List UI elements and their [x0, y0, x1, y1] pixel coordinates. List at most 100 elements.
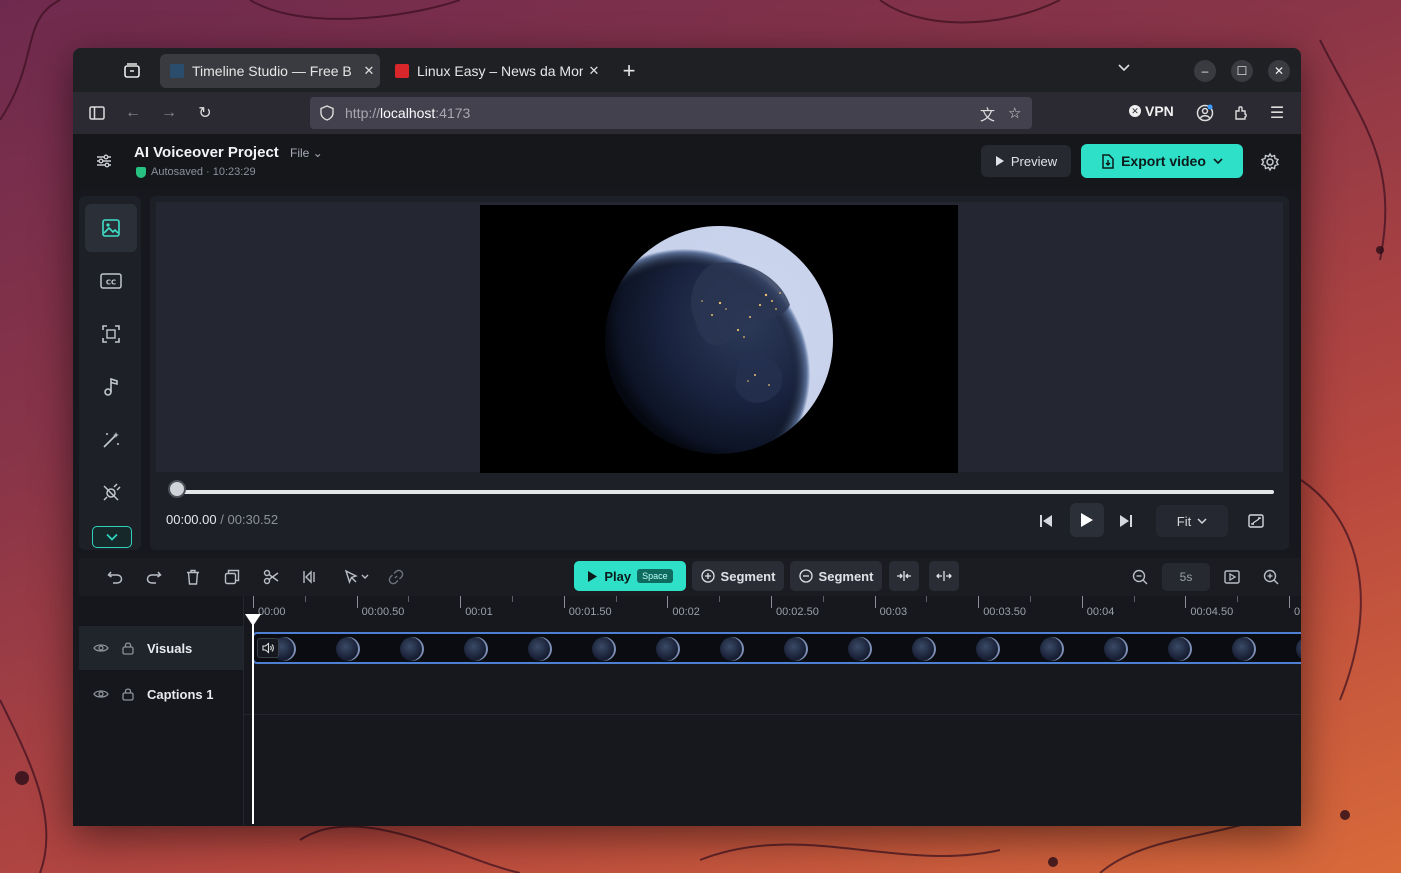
tab-linux-easy[interactable]: Linux Easy – News da Mor ✕ — [385, 54, 605, 88]
fit-timeline-icon[interactable] — [1222, 567, 1242, 587]
file-menu[interactable]: File ⌄ — [290, 146, 323, 160]
playhead-handle[interactable] — [245, 614, 261, 626]
visual-clip[interactable] — [252, 632, 1301, 664]
export-video-button[interactable]: Export video — [1081, 144, 1243, 178]
ruler-label: 00:04 — [1086, 606, 1115, 618]
new-tab-icon[interactable]: + — [618, 58, 640, 84]
export-file-icon — [1101, 153, 1114, 169]
sidebar-more-button[interactable] — [92, 526, 132, 548]
ruler-label: 0 — [1294, 606, 1301, 618]
gear-icon[interactable] — [1260, 152, 1280, 172]
split-collapse-button[interactable] — [889, 561, 919, 591]
clip-thumbnail — [1232, 637, 1256, 661]
link-icon[interactable] — [386, 567, 406, 587]
video-frame[interactable] — [480, 205, 958, 473]
sidebar-item-effects[interactable] — [85, 416, 137, 464]
play-button[interactable] — [1070, 503, 1104, 537]
trash-icon[interactable] — [183, 567, 203, 587]
preview-stage — [156, 202, 1283, 473]
remove-segment-button[interactable]: Segment — [790, 561, 882, 591]
svg-text:CC: CC — [106, 279, 116, 287]
tab-timeline-studio[interactable]: Timeline Studio — Free B ✕ — [160, 54, 380, 88]
clip-thumbnail — [464, 637, 488, 661]
close-window-icon[interactable]: ✕ — [1268, 60, 1290, 82]
translate-icon[interactable]: 文 — [980, 104, 995, 125]
cursor-sparkle-icon — [343, 569, 369, 585]
speaker-icon[interactable] — [257, 638, 279, 658]
sidebar-toggle-icon[interactable] — [88, 104, 106, 122]
tab-overview-icon[interactable] — [121, 60, 143, 82]
tab-list-chevron-icon[interactable] — [1117, 60, 1131, 74]
play-shortcut-badge: Space — [637, 569, 673, 583]
closed-captions-icon: CC — [100, 272, 122, 290]
preview-button[interactable]: Preview — [981, 145, 1071, 177]
settings-sliders-icon[interactable] — [95, 152, 113, 170]
redo-icon[interactable] — [144, 567, 164, 587]
scissors-icon[interactable] — [261, 567, 281, 587]
ruler-tick — [356, 596, 358, 608]
sidebar-item-captions[interactable]: CC — [85, 257, 137, 305]
back-icon[interactable]: ← — [124, 104, 142, 122]
scrubber-handle[interactable] — [168, 480, 186, 498]
zoom-out-icon[interactable] — [1130, 567, 1150, 587]
lock-icon[interactable] — [121, 687, 135, 701]
ruler-subtick — [304, 596, 306, 602]
ruler-subtick — [1030, 596, 1031, 602]
extensions-icon[interactable] — [1232, 104, 1250, 122]
skip-forward-icon[interactable] — [1114, 509, 1138, 533]
clip-thumbnail — [1168, 637, 1192, 661]
music-note-icon — [102, 377, 120, 397]
account-icon[interactable] — [1196, 104, 1214, 122]
duplicate-icon[interactable] — [222, 567, 242, 587]
chevron-down-icon — [1213, 157, 1223, 165]
timeline-play-button[interactable]: Play Space — [574, 561, 686, 591]
forward-icon[interactable]: → — [160, 104, 178, 122]
track-visuals[interactable]: Visuals — [79, 626, 243, 670]
magic-wand-icon — [101, 430, 121, 450]
timeline-tracks — [244, 628, 1301, 826]
select-tool-dropdown[interactable] — [339, 567, 373, 587]
lock-icon[interactable] — [121, 641, 135, 655]
playhead[interactable] — [252, 614, 254, 824]
eye-icon[interactable] — [93, 686, 109, 702]
chevron-down-icon — [1197, 517, 1207, 525]
trim-icon[interactable] — [300, 567, 320, 587]
undo-icon[interactable] — [105, 567, 125, 587]
app-header: AI Voiceover Project File ⌄ Autosaved · … — [73, 134, 1301, 190]
sidebar-item-audio[interactable] — [85, 363, 137, 411]
add-segment-button[interactable]: Segment — [692, 561, 784, 591]
timecode: 00:00.00 / 00:30.52 — [166, 512, 278, 527]
ruler-label: 00:01 — [465, 606, 493, 618]
maximize-icon[interactable]: ☐ — [1231, 60, 1253, 82]
menu-icon[interactable]: ☰ — [1268, 104, 1286, 122]
clip-thumbnail — [784, 637, 808, 661]
sidebar-item-media[interactable] — [85, 204, 137, 252]
fit-dropdown[interactable]: Fit — [1156, 505, 1228, 537]
image-icon — [101, 218, 121, 238]
skip-back-icon[interactable] — [1034, 509, 1058, 533]
vpn-label: VPN — [1145, 103, 1174, 119]
eye-icon[interactable] — [93, 640, 109, 656]
tab-title: Linux Easy – News da Mor — [417, 63, 583, 79]
address-bar[interactable]: http://localhost:4173 文 ☆ — [310, 97, 1032, 129]
zoom-in-icon[interactable] — [1261, 567, 1281, 587]
vpn-button[interactable]: ✕ VPN — [1129, 103, 1174, 119]
timeline-ruler[interactable]: 00:00 00:00.50 00:01 00:01.50 00:02 00:02.50 0… — [244, 596, 1301, 628]
sidebar-item-plugins[interactable] — [85, 469, 137, 517]
tab-title: Timeline Studio — Free B — [192, 63, 352, 79]
reload-icon[interactable]: ↻ — [196, 104, 214, 122]
file-menu-label: File — [290, 146, 310, 160]
zoom-level[interactable]: 5s — [1162, 563, 1210, 591]
project-title[interactable]: AI Voiceover Project — [134, 144, 279, 161]
clip-thumbnail — [400, 637, 424, 661]
split-expand-button[interactable] — [929, 561, 959, 591]
sidebar-item-crop[interactable] — [85, 310, 137, 358]
minimize-icon[interactable]: – — [1194, 60, 1216, 82]
close-tab-icon[interactable]: ✕ — [362, 63, 376, 79]
track-captions-1[interactable]: Captions 1 — [79, 672, 243, 716]
fullscreen-icon[interactable] — [1244, 509, 1268, 533]
minus-circle-icon — [798, 569, 813, 583]
close-tab-icon[interactable]: ✕ — [587, 63, 601, 79]
bookmark-star-icon[interactable]: ☆ — [1008, 104, 1021, 122]
playback-scrubber[interactable] — [176, 490, 1274, 494]
